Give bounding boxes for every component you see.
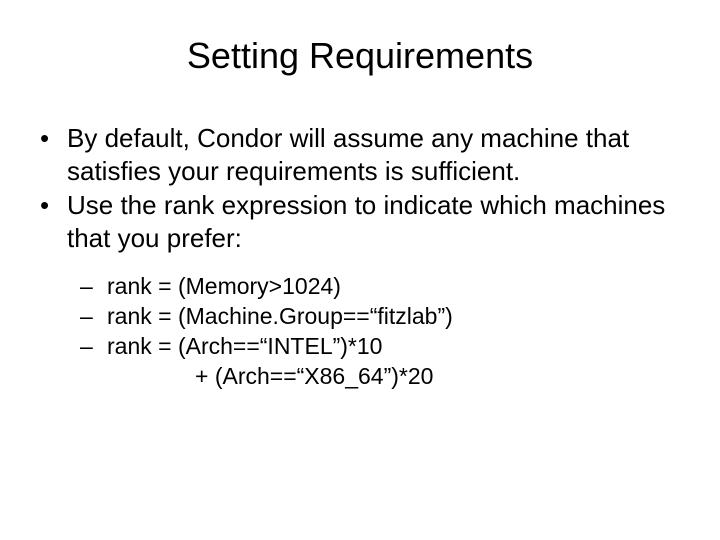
bullet-item: By default, Condor will assume any machi…: [25, 122, 695, 187]
bullet-item: Use the rank expression to indicate whic…: [25, 189, 695, 254]
slide-title: Setting Requirements: [25, 35, 695, 77]
main-bullet-list: By default, Condor will assume any machi…: [25, 122, 695, 254]
sub-bullet-item: rank = (Machine.Group==“fitzlab”): [25, 302, 695, 332]
sub-bullet-list: rank = (Memory>1024) rank = (Machine.Gro…: [25, 272, 695, 362]
sub-bullet-item: rank = (Memory>1024): [25, 272, 695, 302]
sub-bullet-continuation: + (Arch==“X86_64”)*20: [25, 362, 695, 392]
sub-bullet-item: rank = (Arch==“INTEL”)*10: [25, 332, 695, 362]
